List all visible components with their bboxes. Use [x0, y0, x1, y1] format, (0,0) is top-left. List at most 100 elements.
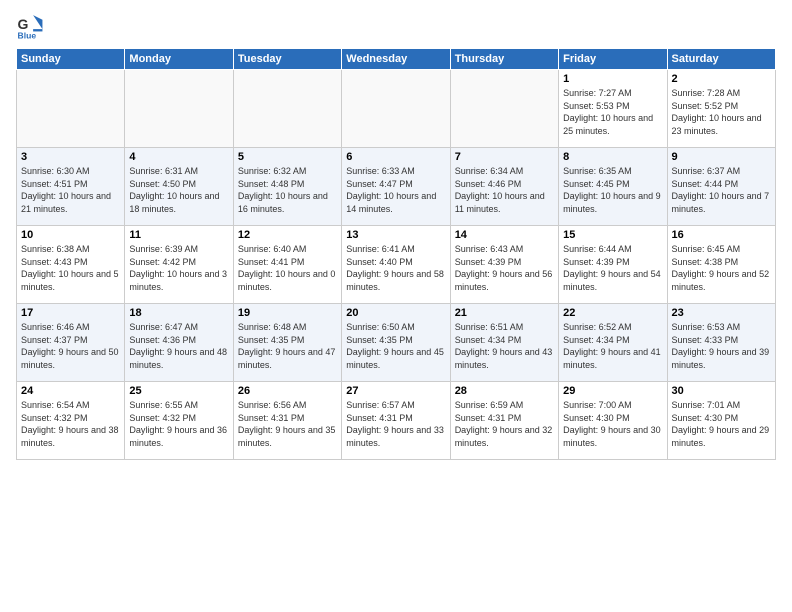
day-number: 9 — [672, 151, 771, 163]
day-number: 3 — [21, 151, 120, 163]
day-info: Sunrise: 6:43 AM Sunset: 4:39 PM Dayligh… — [455, 243, 554, 293]
svg-text:Blue: Blue — [18, 30, 37, 40]
day-number: 29 — [563, 385, 662, 397]
day-number: 20 — [346, 307, 445, 319]
day-number: 10 — [21, 229, 120, 241]
day-number: 2 — [672, 73, 771, 85]
day-info: Sunrise: 6:56 AM Sunset: 4:31 PM Dayligh… — [238, 399, 337, 449]
calendar-day-cell: 6 Sunrise: 6:33 AM Sunset: 4:47 PM Daylig… — [342, 148, 450, 226]
day-info: Sunrise: 6:37 AM Sunset: 4:44 PM Dayligh… — [672, 165, 771, 215]
day-number: 15 — [563, 229, 662, 241]
day-info: Sunrise: 6:38 AM Sunset: 4:43 PM Dayligh… — [21, 243, 120, 293]
calendar-week-row: 24 Sunrise: 6:54 AM Sunset: 4:32 PM Dayli… — [17, 382, 776, 460]
calendar-day-cell: 12Sunrise: 6:40 AM Sunset: 4:41 PM Dayli… — [233, 226, 341, 304]
day-number: 16 — [672, 229, 771, 241]
calendar-day-cell: 1 Sunrise: 7:27 AM Sunset: 5:53 PM Daylig… — [559, 70, 667, 148]
day-number: 22 — [563, 307, 662, 319]
calendar-day-cell: 3 Sunrise: 6:30 AM Sunset: 4:51 PM Daylig… — [17, 148, 125, 226]
day-info: Sunrise: 6:54 AM Sunset: 4:32 PM Dayligh… — [21, 399, 120, 449]
day-number: 11 — [129, 229, 228, 241]
calendar-day-cell: 2 Sunrise: 7:28 AM Sunset: 5:52 PM Daylig… — [667, 70, 775, 148]
weekday-header-tuesday: Tuesday — [233, 49, 341, 70]
calendar-day-cell: 18 Sunrise: 6:47 AM Sunset: 4:36 PM Dayli… — [125, 304, 233, 382]
calendar-day-cell: 17 Sunrise: 6:46 AM Sunset: 4:37 PM Dayli… — [17, 304, 125, 382]
calendar-day-cell: 5 Sunrise: 6:32 AM Sunset: 4:48 PM Daylig… — [233, 148, 341, 226]
calendar-day-cell: 16 Sunrise: 6:45 AM Sunset: 4:38 PM Dayli… — [667, 226, 775, 304]
day-number: 4 — [129, 151, 228, 163]
calendar-day-cell: 25 Sunrise: 6:55 AM Sunset: 4:32 PM Dayli… — [125, 382, 233, 460]
weekday-header-row: SundayMondayTuesdayWednesdayThursdayFrid… — [17, 49, 776, 70]
calendar-day-cell — [17, 70, 125, 148]
day-info: Sunrise: 6:57 AM Sunset: 4:31 PM Dayligh… — [346, 399, 445, 449]
calendar-day-cell — [233, 70, 341, 148]
day-info: Sunrise: 6:40 AM Sunset: 4:41 PM Dayligh… — [238, 243, 337, 293]
day-info: Sunrise: 6:32 AM Sunset: 4:48 PM Dayligh… — [238, 165, 337, 215]
day-info: Sunrise: 6:44 AM Sunset: 4:39 PM Dayligh… — [563, 243, 662, 293]
day-info: Sunrise: 6:39 AM Sunset: 4:42 PM Dayligh… — [129, 243, 228, 293]
day-number: 19 — [238, 307, 337, 319]
calendar-week-row: 10 Sunrise: 6:38 AM Sunset: 4:43 PM Dayli… — [17, 226, 776, 304]
calendar-day-cell: 19 Sunrise: 6:48 AM Sunset: 4:35 PM Dayli… — [233, 304, 341, 382]
weekday-header-monday: Monday — [125, 49, 233, 70]
day-info: Sunrise: 6:48 AM Sunset: 4:35 PM Dayligh… — [238, 321, 337, 371]
day-number: 7 — [455, 151, 554, 163]
weekday-header-wednesday: Wednesday — [342, 49, 450, 70]
page-header: G Blue — [16, 12, 776, 40]
calendar-day-cell: 21 Sunrise: 6:51 AM Sunset: 4:34 PM Dayli… — [450, 304, 558, 382]
day-info: Sunrise: 6:33 AM Sunset: 4:47 PM Dayligh… — [346, 165, 445, 215]
day-number: 23 — [672, 307, 771, 319]
day-info: Sunrise: 6:51 AM Sunset: 4:34 PM Dayligh… — [455, 321, 554, 371]
day-number: 21 — [455, 307, 554, 319]
day-number: 5 — [238, 151, 337, 163]
logo-icon: G Blue — [16, 12, 44, 40]
day-number: 6 — [346, 151, 445, 163]
calendar-day-cell: 30 Sunrise: 7:01 AM Sunset: 4:30 PM Dayli… — [667, 382, 775, 460]
day-number: 8 — [563, 151, 662, 163]
day-info: Sunrise: 7:01 AM Sunset: 4:30 PM Dayligh… — [672, 399, 771, 449]
day-number: 26 — [238, 385, 337, 397]
day-info: Sunrise: 6:47 AM Sunset: 4:36 PM Dayligh… — [129, 321, 228, 371]
day-info: Sunrise: 6:35 AM Sunset: 4:45 PM Dayligh… — [563, 165, 662, 215]
day-number: 30 — [672, 385, 771, 397]
weekday-header-sunday: Sunday — [17, 49, 125, 70]
day-info: Sunrise: 6:46 AM Sunset: 4:37 PM Dayligh… — [21, 321, 120, 371]
calendar-page: G Blue SundayMondayTuesdayWednesdayThurs… — [0, 0, 792, 612]
calendar-day-cell: 28 Sunrise: 6:59 AM Sunset: 4:31 PM Dayli… — [450, 382, 558, 460]
day-info: Sunrise: 7:27 AM Sunset: 5:53 PM Dayligh… — [563, 87, 662, 137]
calendar-day-cell: 14Sunrise: 6:43 AM Sunset: 4:39 PM Dayli… — [450, 226, 558, 304]
calendar-week-row: 17 Sunrise: 6:46 AM Sunset: 4:37 PM Dayli… — [17, 304, 776, 382]
day-info: Sunrise: 6:55 AM Sunset: 4:32 PM Dayligh… — [129, 399, 228, 449]
day-number: 27 — [346, 385, 445, 397]
calendar-table: SundayMondayTuesdayWednesdayThursdayFrid… — [16, 48, 776, 460]
day-number: 17 — [21, 307, 120, 319]
day-info: Sunrise: 6:59 AM Sunset: 4:31 PM Dayligh… — [455, 399, 554, 449]
logo: G Blue — [16, 12, 48, 40]
day-info: Sunrise: 6:52 AM Sunset: 4:34 PM Dayligh… — [563, 321, 662, 371]
day-number: 25 — [129, 385, 228, 397]
day-info: Sunrise: 6:50 AM Sunset: 4:35 PM Dayligh… — [346, 321, 445, 371]
calendar-day-cell: 15 Sunrise: 6:44 AM Sunset: 4:39 PM Dayli… — [559, 226, 667, 304]
day-info: Sunrise: 6:45 AM Sunset: 4:38 PM Dayligh… — [672, 243, 771, 293]
day-number: 13 — [346, 229, 445, 241]
day-info: Sunrise: 7:00 AM Sunset: 4:30 PM Dayligh… — [563, 399, 662, 449]
calendar-day-cell: 10 Sunrise: 6:38 AM Sunset: 4:43 PM Dayli… — [17, 226, 125, 304]
calendar-day-cell: 13 Sunrise: 6:41 AM Sunset: 4:40 PM Dayli… — [342, 226, 450, 304]
calendar-day-cell: 24 Sunrise: 6:54 AM Sunset: 4:32 PM Dayli… — [17, 382, 125, 460]
calendar-day-cell: 4Sunrise: 6:31 AM Sunset: 4:50 PM Daylig… — [125, 148, 233, 226]
day-number: 1 — [563, 73, 662, 85]
day-number: 24 — [21, 385, 120, 397]
calendar-day-cell: 9 Sunrise: 6:37 AM Sunset: 4:44 PM Daylig… — [667, 148, 775, 226]
calendar-week-row: 1 Sunrise: 7:27 AM Sunset: 5:53 PM Daylig… — [17, 70, 776, 148]
weekday-header-saturday: Saturday — [667, 49, 775, 70]
day-info: Sunrise: 6:30 AM Sunset: 4:51 PM Dayligh… — [21, 165, 120, 215]
weekday-header-friday: Friday — [559, 49, 667, 70]
calendar-day-cell — [125, 70, 233, 148]
calendar-day-cell: 23Sunrise: 6:53 AM Sunset: 4:33 PM Dayli… — [667, 304, 775, 382]
day-number: 28 — [455, 385, 554, 397]
calendar-day-cell: 29 Sunrise: 7:00 AM Sunset: 4:30 PM Dayli… — [559, 382, 667, 460]
weekday-header-thursday: Thursday — [450, 49, 558, 70]
day-info: Sunrise: 6:41 AM Sunset: 4:40 PM Dayligh… — [346, 243, 445, 293]
day-info: Sunrise: 7:28 AM Sunset: 5:52 PM Dayligh… — [672, 87, 771, 137]
day-number: 18 — [129, 307, 228, 319]
calendar-day-cell: 8 Sunrise: 6:35 AM Sunset: 4:45 PM Daylig… — [559, 148, 667, 226]
